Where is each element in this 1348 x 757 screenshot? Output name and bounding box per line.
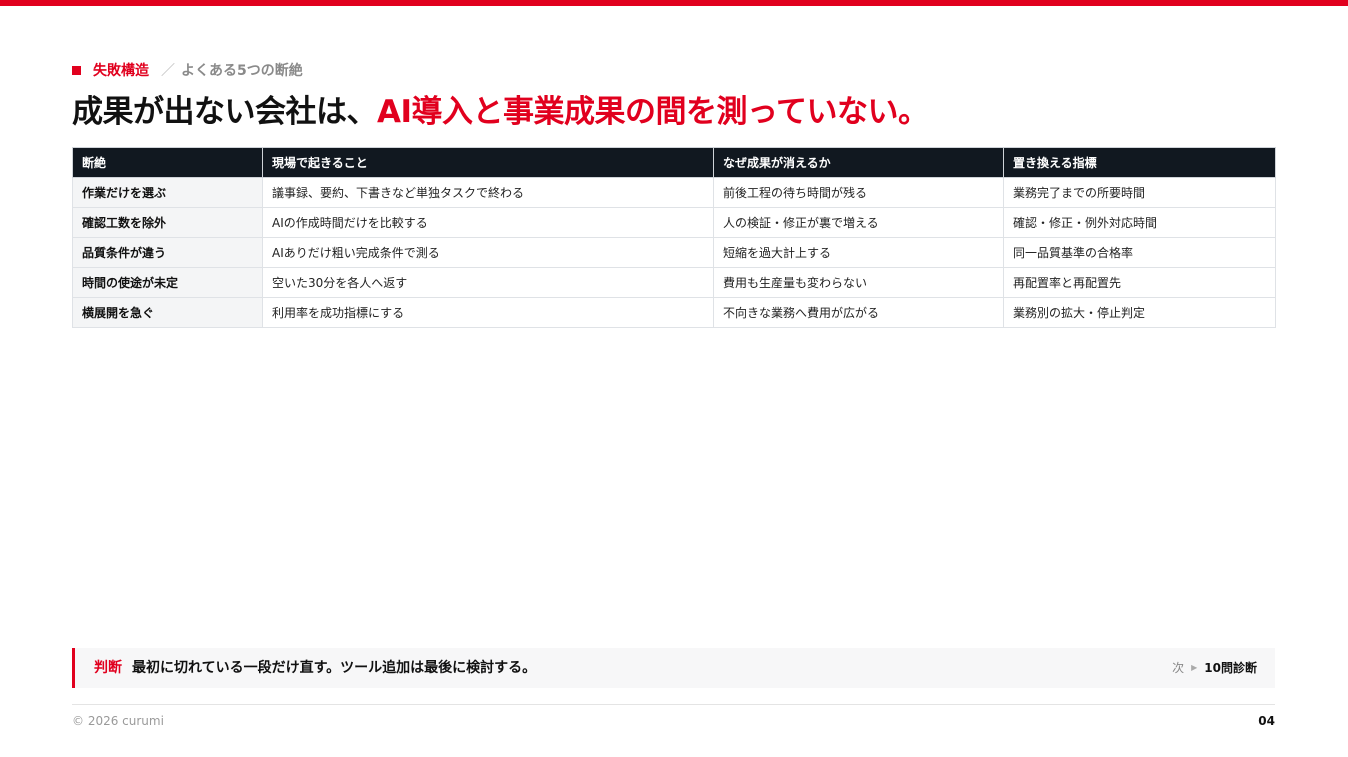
table-cell: 短縮を過大計上する	[713, 237, 1004, 268]
next-target: 10問診断	[1204, 661, 1257, 675]
page-title: 成果が出ない会社は、AI導入と事業成果の間を測っていない。	[72, 90, 929, 134]
table-row: 確認工数を除外 AIの作成時間だけを比較する 人の検証・修正が裏で増える 確認・…	[72, 207, 1276, 238]
column-header: 現場で起きること	[262, 147, 714, 178]
top-accent-bar	[0, 0, 1348, 6]
title-lead: 成果が出ない会社は、	[72, 94, 378, 130]
callout-accent-bar	[72, 648, 75, 688]
section-kicker: 失敗構造 ／ よくある5つの断絶	[72, 60, 303, 80]
triangle-right-icon: ▶	[1191, 663, 1198, 672]
table-cell: AIありだけ粗い完成条件で測る	[262, 237, 714, 268]
table-cell: 確認・修正・例外対応時間	[1003, 207, 1276, 238]
table-cell: 議事録、要約、下書きなど単独タスクで終わる	[262, 177, 714, 208]
table-row: 横展開を急ぐ 利用率を成功指標にする 不向きな業務へ費用が広がる 業務別の拡大・…	[72, 297, 1276, 328]
judgment-callout: 判断 最初に切れている一段だけ直す。ツール追加は最後に検討する。 次 ▶ 10問…	[72, 648, 1275, 688]
table-row: 品質条件が違う AIありだけ粗い完成条件で測る 短縮を過大計上する 同一品質基準…	[72, 237, 1276, 268]
table-cell: 費用も生産量も変わらない	[713, 267, 1004, 298]
next-label: 次	[1172, 661, 1185, 675]
kicker-separator: ／	[161, 63, 175, 79]
row-header-cell: 作業だけを選ぶ	[72, 177, 263, 208]
disconnect-table: 断絶 現場で起きること なぜ成果が消えるか 置き換える指標 作業だけを選ぶ 議事…	[72, 147, 1276, 328]
table-cell: 前後工程の待ち時間が残る	[713, 177, 1004, 208]
callout-text: 最初に切れている一段だけ直す。ツール追加は最後に検討する。	[132, 660, 537, 676]
table-cell: 空いた30分を各人へ返す	[262, 267, 714, 298]
callout-label: 判断	[94, 660, 122, 676]
table-cell: 業務完了までの所要時間	[1003, 177, 1276, 208]
kicker-sublabel: よくある5つの断絶	[181, 63, 303, 79]
row-header-cell: 時間の使途が未定	[72, 267, 263, 298]
table-cell: 利用率を成功指標にする	[262, 297, 714, 328]
table-row: 作業だけを選ぶ 議事録、要約、下書きなど単独タスクで終わる 前後工程の待ち時間が…	[72, 177, 1276, 208]
square-bullet-icon	[72, 65, 81, 75]
column-header: 断絶	[72, 147, 263, 178]
table-cell: 再配置率と再配置先	[1003, 267, 1276, 298]
column-header: なぜ成果が消えるか	[713, 147, 1004, 178]
table-cell: 不向きな業務へ費用が広がる	[713, 297, 1004, 328]
title-accent: AI導入と事業成果の間を測っていない。	[377, 94, 929, 130]
next-link[interactable]: 次 ▶ 10問診断	[1172, 648, 1257, 688]
row-header-cell: 確認工数を除外	[72, 207, 263, 238]
table-row: 時間の使途が未定 空いた30分を各人へ返す 費用も生産量も変わらない 再配置率と…	[72, 267, 1276, 298]
table-cell: 人の検証・修正が裏で増える	[713, 207, 1004, 238]
row-header-cell: 品質条件が違う	[72, 237, 263, 268]
copyright: © 2026 curumi	[72, 714, 164, 728]
table-cell: 業務別の拡大・停止判定	[1003, 297, 1276, 328]
table-cell: 同一品質基準の合格率	[1003, 237, 1276, 268]
footer-divider	[72, 704, 1275, 705]
table-header-row: 断絶 現場で起きること なぜ成果が消えるか 置き換える指標	[72, 147, 1276, 178]
row-header-cell: 横展開を急ぐ	[72, 297, 263, 328]
kicker-label: 失敗構造	[93, 63, 149, 79]
page-number: 04	[1258, 714, 1275, 728]
column-header: 置き換える指標	[1003, 147, 1276, 178]
table-cell: AIの作成時間だけを比較する	[262, 207, 714, 238]
